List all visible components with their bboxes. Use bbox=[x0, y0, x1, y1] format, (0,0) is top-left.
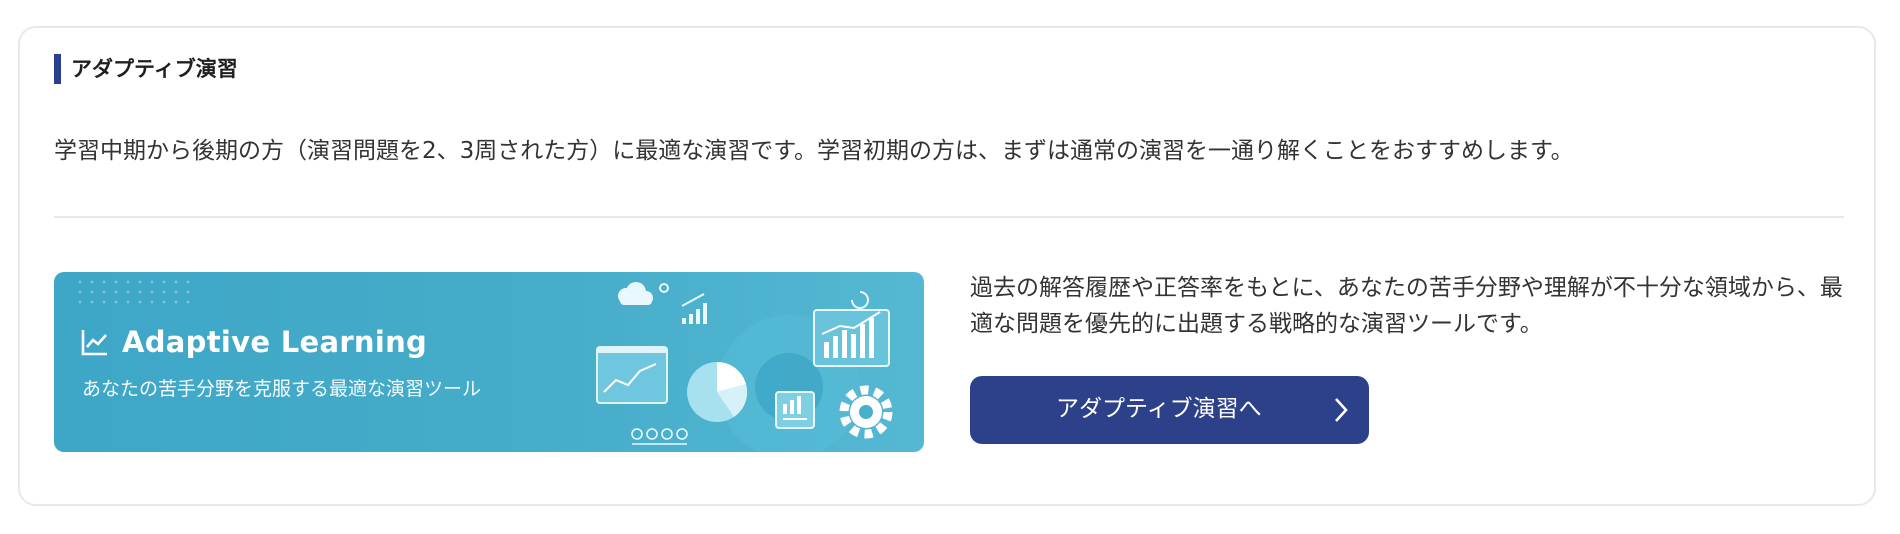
progress-dots bbox=[631, 428, 688, 445]
adaptive-learning-card: アダプティブ演習 学習中期から後期の方（演習問題を2、3周された方）に最適な演習… bbox=[18, 26, 1876, 506]
start-adaptive-learning-button[interactable]: アダプティブ演習へ bbox=[970, 376, 1369, 444]
cloud-icon bbox=[618, 282, 669, 305]
document-panel bbox=[775, 391, 815, 429]
dot-grid bbox=[78, 280, 190, 304]
chevron-right-icon bbox=[1335, 398, 1348, 422]
bar-chart-small-icon bbox=[681, 293, 707, 324]
section-title: アダプティブ演習 bbox=[54, 54, 238, 84]
line-chart-panel bbox=[596, 346, 668, 404]
small-gear-icon bbox=[839, 385, 893, 439]
bar-chart-panel bbox=[813, 291, 890, 367]
banner-illustration bbox=[78, 280, 893, 452]
trend-chart-icon bbox=[81, 330, 107, 356]
intro-text: 学習中期から後期の方（演習問題を2、3周された方）に最適な演習です。学習初期の方… bbox=[54, 138, 1574, 164]
pie-chart-icon bbox=[687, 361, 748, 422]
adaptive-learning-banner[interactable]: Adaptive Learning あなたの苦手分野を克服する最適な演習ツール bbox=[54, 272, 924, 452]
description-text: 過去の解答履歴や正答率をもとに、あなたの苦手分野や理解が不十分な領域から、最適な… bbox=[970, 275, 1843, 337]
banner-title-text: Adaptive Learning bbox=[122, 325, 428, 359]
banner-title: Adaptive Learning bbox=[80, 325, 427, 359]
button-label: アダプティブ演習へ bbox=[1056, 396, 1262, 422]
divider bbox=[54, 216, 1844, 218]
banner-subtitle: あなたの苦手分野を克服する最適な演習ツール bbox=[82, 378, 482, 400]
